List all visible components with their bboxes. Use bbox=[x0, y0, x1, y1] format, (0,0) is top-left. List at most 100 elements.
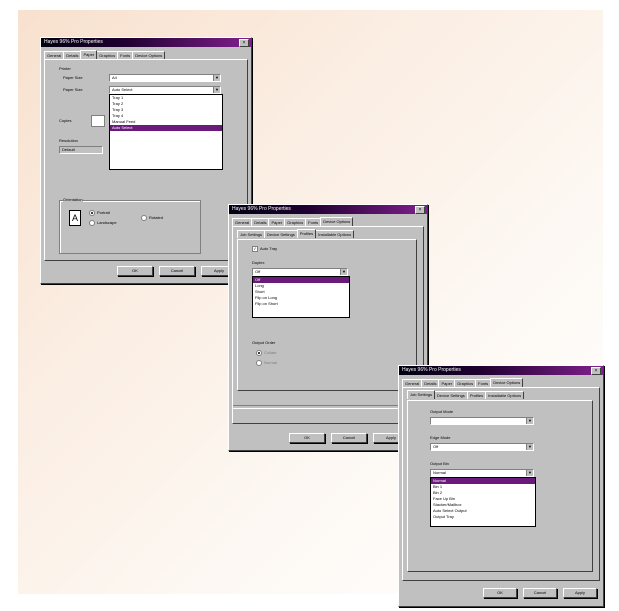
normal-radio[interactable] bbox=[256, 360, 262, 366]
apply-button[interactable]: Apply bbox=[563, 588, 597, 598]
close-button[interactable]: × bbox=[415, 206, 425, 214]
tab-graphics[interactable]: Graphics bbox=[454, 379, 477, 387]
output-bin-select[interactable]: Normal ▼ bbox=[430, 469, 534, 477]
tab-details[interactable]: Details bbox=[421, 379, 440, 387]
subtab-job-settings[interactable]: Job Settings bbox=[407, 390, 436, 399]
duplex-dropdown-list[interactable]: Off Long Short Flip on Long Flip on Shor… bbox=[252, 276, 350, 318]
tab-details[interactable]: Details bbox=[63, 51, 82, 59]
duplex-label: Duplex bbox=[252, 260, 265, 265]
ok-button[interactable]: OK bbox=[289, 433, 325, 443]
list-item-selected[interactable]: Auto Select bbox=[110, 125, 222, 131]
auto-tray-label: Auto Tray bbox=[260, 246, 278, 251]
landscape-label: Landscape bbox=[97, 220, 117, 225]
paper-size-select[interactable]: A4 ▼ bbox=[109, 74, 221, 82]
window-title: Hayes 96% Pro Properties bbox=[44, 39, 103, 45]
divider bbox=[233, 405, 423, 409]
auto-tray-checkbox[interactable]: ✓ bbox=[252, 246, 258, 252]
collate-radio[interactable] bbox=[256, 350, 262, 356]
copies-input[interactable] bbox=[91, 115, 105, 127]
subtab-job-settings[interactable]: Job Settings bbox=[237, 230, 266, 238]
output-mode-select[interactable]: ▼ bbox=[430, 417, 534, 425]
subtab-installable-options[interactable]: Installable Options bbox=[315, 230, 355, 238]
chevron-down-icon[interactable]: ▼ bbox=[213, 75, 220, 81]
orientation-label: Orientation bbox=[63, 197, 83, 202]
list-item[interactable]: Output Tray bbox=[431, 514, 535, 520]
landscape-radio[interactable] bbox=[89, 220, 95, 226]
subtab-device-settings[interactable]: Device Settings bbox=[434, 391, 468, 399]
cancel-button[interactable]: Cancel bbox=[523, 588, 557, 598]
subtab-page: ✓ Auto Tray Duplex Off ▼ Off Long Short … bbox=[237, 239, 417, 391]
tab-graphics[interactable]: Graphics bbox=[96, 51, 119, 59]
duplex-select[interactable]: Off ▼ bbox=[252, 268, 348, 276]
subtab-profiles[interactable]: Profiles bbox=[296, 229, 317, 238]
tab-general[interactable]: General bbox=[232, 218, 253, 226]
tab-paper[interactable]: Paper bbox=[268, 218, 286, 226]
window-title: Hayes 96% Pro Properties bbox=[402, 367, 461, 373]
tab-fonts[interactable]: Fonts bbox=[117, 51, 134, 59]
chevron-down-icon[interactable]: ▼ bbox=[526, 418, 533, 424]
normal-label: Normal bbox=[264, 360, 277, 365]
resolution-select[interactable]: Default bbox=[59, 146, 103, 154]
portrait-radio[interactable] bbox=[89, 210, 95, 216]
duplex-value: Off bbox=[255, 269, 261, 274]
subtab-strip: Job Settings Device Settings Profiles Insta… bbox=[407, 390, 599, 399]
title-bar[interactable]: Hayes 96% Pro Properties × bbox=[229, 205, 427, 214]
properties-window-3: Hayes 96% Pro Properties × General Detail… bbox=[398, 365, 604, 607]
close-button[interactable]: × bbox=[591, 367, 601, 375]
tab-details[interactable]: Details bbox=[251, 218, 270, 226]
subtab-installable-options[interactable]: Installable Options bbox=[485, 391, 525, 399]
output-order-label: Output Order bbox=[252, 340, 276, 345]
subtab-strip: Job Settings Device Settings Profiles Insta… bbox=[237, 229, 423, 238]
paper-source-select[interactable]: Auto Select ▼ bbox=[109, 86, 221, 94]
properties-window-1: Hayes 96% Pro Properties × General Detail… bbox=[40, 37, 252, 284]
chevron-down-icon[interactable]: ▼ bbox=[526, 444, 533, 450]
tab-page: Printer Paper Size A4 ▼ Paper Size Auto … bbox=[44, 59, 248, 261]
edge-mode-select[interactable]: Off ▼ bbox=[430, 443, 534, 451]
cancel-button[interactable]: Cancel bbox=[331, 433, 367, 443]
resolution-value: Default bbox=[62, 147, 75, 152]
title-bar[interactable]: Hayes 96% Pro Properties × bbox=[41, 38, 251, 47]
window-title: Hayes 96% Pro Properties bbox=[232, 206, 291, 212]
paper-source-dropdown-list[interactable]: Tray 1 Tray 2 Tray 3 Tray 4 Manual Feed … bbox=[109, 94, 223, 170]
portrait-page-icon: A bbox=[69, 210, 81, 226]
collate-label: Collate bbox=[264, 350, 277, 355]
rotated-radio[interactable] bbox=[141, 215, 147, 221]
tab-device-options[interactable]: Device Options bbox=[490, 378, 524, 387]
portrait-label: Portrait bbox=[97, 210, 110, 215]
output-bin-dropdown-list[interactable]: Normal Bin 1 Bin 2 Face Up Bin Stacker/M… bbox=[430, 477, 536, 527]
tab-page: Job Settings Device Settings Profiles Insta… bbox=[232, 226, 424, 424]
close-button[interactable]: × bbox=[239, 39, 249, 47]
rotated-label: Rotated bbox=[149, 215, 164, 220]
tab-device-options[interactable]: Device Options bbox=[320, 217, 354, 226]
tab-graphics[interactable]: Graphics bbox=[284, 218, 307, 226]
tab-paper[interactable]: Paper bbox=[80, 50, 98, 59]
chevron-down-icon[interactable]: ▼ bbox=[340, 269, 347, 275]
resolution-label: Resolution bbox=[59, 138, 78, 143]
chevron-down-icon[interactable]: ▼ bbox=[213, 87, 220, 93]
subtab-device-settings[interactable]: Device Settings bbox=[264, 230, 298, 238]
tab-fonts[interactable]: Fonts bbox=[475, 379, 492, 387]
tab-fonts[interactable]: Fonts bbox=[305, 218, 322, 226]
title-bar[interactable]: Hayes 96% Pro Properties × bbox=[399, 366, 603, 375]
paper-size-value: A4 bbox=[112, 75, 117, 80]
orientation-group bbox=[59, 200, 201, 254]
chevron-down-icon[interactable]: ▼ bbox=[526, 470, 533, 476]
subtab-profiles[interactable]: Profiles bbox=[466, 391, 487, 399]
ok-button[interactable]: OK bbox=[117, 266, 153, 276]
tab-page: Job Settings Device Settings Profiles Insta… bbox=[402, 387, 600, 581]
tab-paper[interactable]: Paper bbox=[438, 379, 456, 387]
tab-device-options[interactable]: Device Options bbox=[132, 51, 166, 59]
edge-mode-value: Off bbox=[433, 444, 439, 449]
tab-strip: General Details Paper Graphics Fonts Device O… bbox=[232, 217, 424, 226]
list-item[interactable]: Flip on Short bbox=[253, 301, 349, 307]
printer-group-label: Printer bbox=[59, 66, 71, 71]
paper-source-value: Auto Select bbox=[112, 87, 133, 92]
subtab-page: Output Mode ▼ Edge Mode Off ▼ Output Bin… bbox=[407, 400, 593, 572]
tab-strip: General Details Paper Graphics Fonts Device O… bbox=[44, 50, 248, 59]
tab-general[interactable]: General bbox=[44, 51, 65, 59]
ok-button[interactable]: OK bbox=[483, 588, 517, 598]
cancel-button[interactable]: Cancel bbox=[159, 266, 195, 276]
tab-general[interactable]: General bbox=[402, 379, 423, 387]
output-bin-label: Output Bin bbox=[430, 461, 449, 466]
copies-label: Copies bbox=[59, 118, 72, 123]
